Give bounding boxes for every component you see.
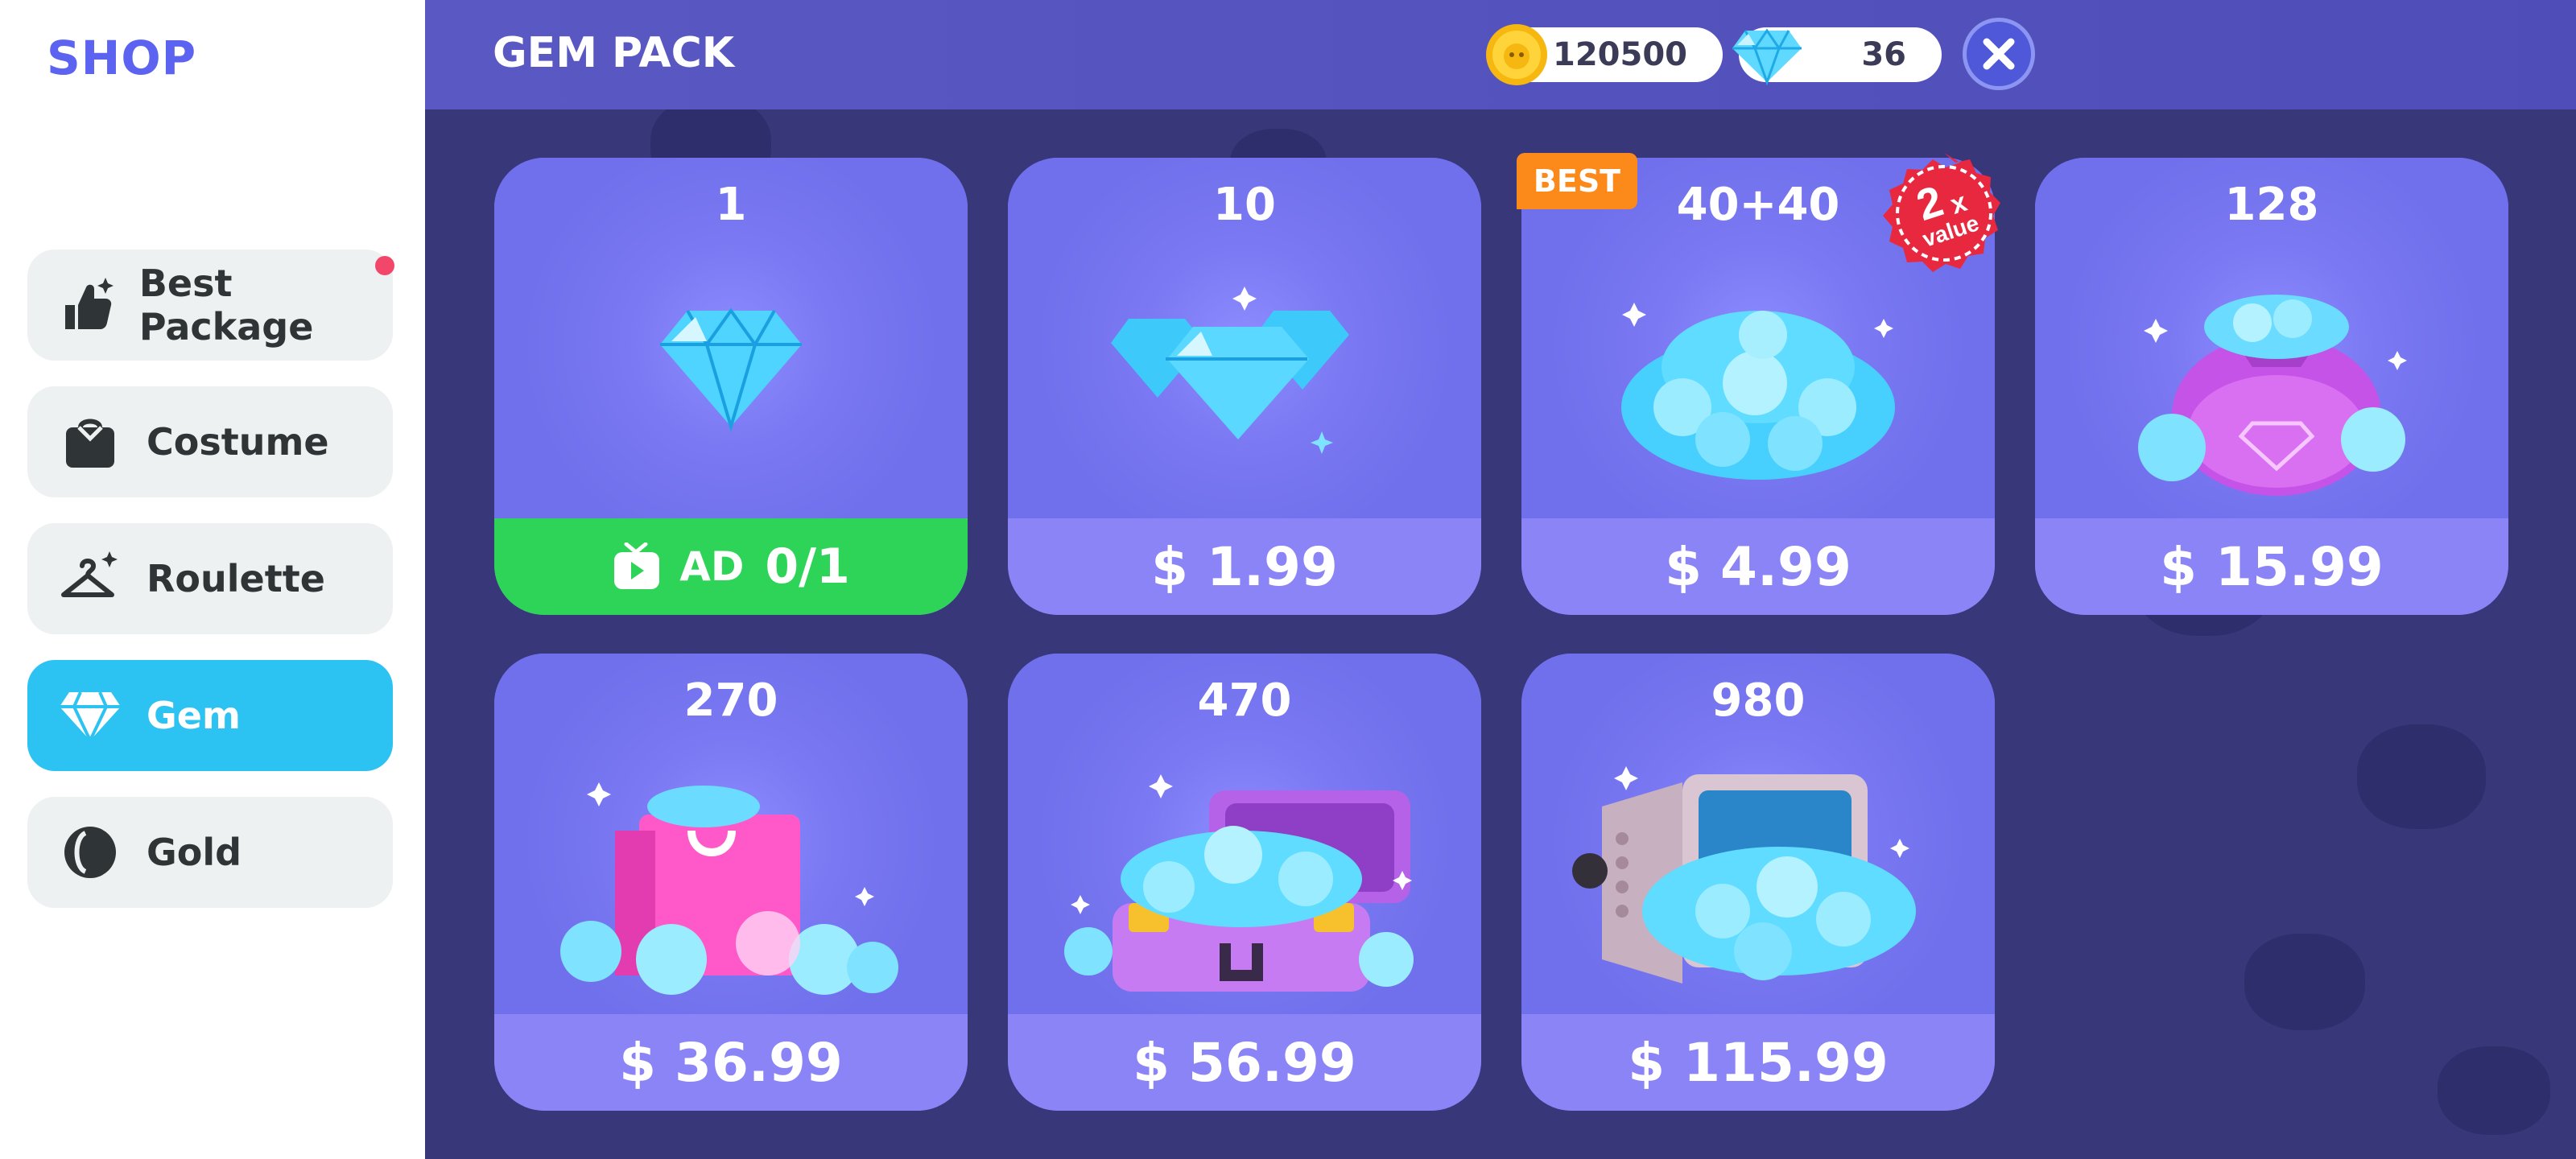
best-tag-label: BEST <box>1533 163 1621 199</box>
gem-amount: 36 <box>1861 36 1906 73</box>
gem-pile-small-icon <box>1111 287 1349 454</box>
page-title: GEM PACK <box>493 29 735 77</box>
sidebar-item-costume[interactable]: Costume <box>27 386 393 497</box>
coin-icon <box>52 814 129 891</box>
gem-vault-icon <box>1572 766 1916 984</box>
close-icon <box>1983 38 2015 70</box>
gem-count: 470 <box>1197 674 1292 727</box>
shirt-icon <box>52 403 129 481</box>
gem-bag-icon <box>2138 295 2407 496</box>
sidebar-item-label: Costume <box>147 420 329 464</box>
sidebar-item-label: Best Package <box>138 262 314 349</box>
gem-shopping-bag-icon <box>560 782 898 995</box>
sidebar-item-label: Gem <box>147 694 241 737</box>
background-blob <box>2438 1046 2550 1135</box>
gem-count: 128 <box>2224 179 2319 231</box>
sidebar-item-roulette[interactable]: Roulette <box>27 523 393 634</box>
gem-pack-card-270[interactable]: 270 $ 36.99 <box>494 654 968 1111</box>
price-label: $ 115.99 <box>1628 1031 1889 1094</box>
sidebar-item-label: Roulette <box>147 557 325 600</box>
gold-balance: 120500 <box>1486 24 1723 85</box>
sidebar: SHOP Best Package Costume Roulette Gem G… <box>0 0 425 1159</box>
hanger-icon <box>52 540 129 617</box>
gem-count: 270 <box>683 674 778 727</box>
gold-coin-icon <box>1486 24 1547 85</box>
gem-pack-card-470[interactable]: 470 $ 56.99 <box>1008 654 1481 1111</box>
best-tag: BEST <box>1517 153 1637 209</box>
price-button[interactable]: $ 115.99 <box>1521 1014 1995 1111</box>
ad-label: AD <box>679 543 745 590</box>
price-button[interactable]: $ 36.99 <box>494 1014 968 1111</box>
price-label: $ 4.99 <box>1665 535 1852 598</box>
gem-count: 10 <box>1213 179 1276 231</box>
price-label: $ 15.99 <box>2160 535 2384 598</box>
price-label: $ 1.99 <box>1151 535 1338 598</box>
diamond-icon <box>52 677 129 754</box>
gem-icon <box>1732 28 1802 85</box>
double-value-badge: 2 x value <box>1883 153 2000 272</box>
background-blob <box>2244 934 2365 1030</box>
watch-ad-button[interactable]: AD 0/1 <box>494 518 968 615</box>
price-label: $ 36.99 <box>619 1031 843 1094</box>
tv-play-icon <box>614 542 660 589</box>
gem-pack-panel: GEM PACK 120500 36 1 AD 0/1 10 $ 1.99 40… <box>425 0 2576 1159</box>
price-button[interactable]: $ 56.99 <box>1008 1014 1481 1111</box>
gem-chest-icon <box>1064 774 1414 992</box>
price-button[interactable]: $ 15.99 <box>2035 518 2508 615</box>
gem-heap-icon <box>1621 303 1895 480</box>
sidebar-item-gold[interactable]: Gold <box>27 797 393 908</box>
gem-balance: 36 <box>1732 27 1942 85</box>
notification-dot <box>375 256 394 275</box>
gem-pack-card-128[interactable]: 128 $ 15.99 <box>2035 158 2508 615</box>
gem-pack-card-980[interactable]: 980 $ 115.99 <box>1521 654 1995 1111</box>
shop-title: SHOP <box>47 31 197 85</box>
price-button[interactable]: $ 4.99 <box>1521 518 1995 615</box>
thumbs-up-icon <box>52 266 122 344</box>
gem-pack-card-1[interactable]: 1 AD 0/1 <box>494 158 968 615</box>
close-button[interactable] <box>1963 18 2035 90</box>
sidebar-item-best-package[interactable]: Best Package <box>27 250 394 361</box>
header-bar: GEM PACK 120500 36 <box>425 0 2576 109</box>
gem-pack-card-10[interactable]: 10 $ 1.99 <box>1008 158 1481 615</box>
price-label: $ 56.99 <box>1133 1031 1356 1094</box>
single-gem-icon <box>660 307 802 433</box>
ad-count: 0/1 <box>765 538 850 595</box>
gem-count: 980 <box>1711 674 1806 727</box>
gem-count: 1 <box>715 179 747 231</box>
sidebar-item-label: Gold <box>147 831 242 874</box>
price-button[interactable]: $ 1.99 <box>1008 518 1481 615</box>
background-blob <box>2357 724 2486 829</box>
sidebar-item-gem[interactable]: Gem <box>27 660 393 771</box>
gold-amount: 120500 <box>1553 36 1687 73</box>
